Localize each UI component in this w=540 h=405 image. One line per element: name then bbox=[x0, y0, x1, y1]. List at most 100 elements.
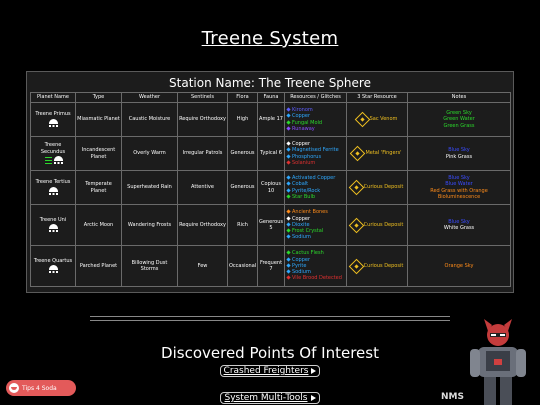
table-header-row: Planet Name Type Weather Sentinels Flora Faun… bbox=[30, 92, 511, 103]
star-resource-icon bbox=[350, 145, 366, 162]
planet-name-cell: Treene Primus bbox=[30, 102, 76, 137]
table-row: Treene Uni Arctic Moon Wandering Frosts Req… bbox=[30, 204, 511, 246]
planet-name-cell: Treene Uni bbox=[30, 204, 76, 246]
table-row: Treene Secundus Incandescent Planet Overly… bbox=[30, 136, 511, 171]
site-logo: NMS bbox=[441, 392, 464, 402]
fauna-cell: Ample 17 bbox=[257, 102, 285, 137]
robot-avatar-image bbox=[470, 319, 526, 405]
station-title: Station Name: The Treene Sphere bbox=[169, 76, 371, 90]
planet-name: Treene Uni bbox=[39, 216, 67, 223]
sentinels-cell: Require Orthodoxy bbox=[177, 102, 228, 137]
resource-label: Kironom bbox=[292, 106, 313, 113]
resource-label: Sodium bbox=[292, 234, 311, 241]
resource-label: Frost Crystal bbox=[292, 228, 324, 235]
star-resource-icon bbox=[348, 179, 364, 196]
resource-label: Ancient Bones bbox=[292, 209, 328, 216]
fauna-cell: Copious 10 bbox=[257, 170, 285, 205]
star-resource-icon bbox=[348, 217, 364, 233]
resource-label: Cactus Flesh bbox=[292, 250, 324, 257]
resource-diamond-icon bbox=[286, 222, 291, 227]
sentinels-cell: Irregular Patrols bbox=[177, 136, 228, 171]
resources-cell: Cactus Flesh Copper Pyrite Sodium Vile Brood… bbox=[284, 245, 347, 287]
resources-cell: Kironom Copper Fungal Mold Runaway bbox=[284, 102, 347, 137]
resource-diamond-icon bbox=[286, 215, 291, 221]
crashed-freighters-label: Crashed Freighters bbox=[223, 366, 309, 376]
star-resource-label: Curious Deposit bbox=[363, 221, 404, 228]
star-resource-label: Curious Deposit bbox=[363, 262, 404, 269]
planet-name: Treene Primus bbox=[35, 111, 71, 118]
resource-item: Star Bulb bbox=[286, 193, 345, 200]
resource-diamond-icon bbox=[286, 234, 291, 240]
star-resource-cell: Sac Venom bbox=[346, 102, 408, 137]
resource-label: Solanium bbox=[292, 159, 316, 166]
notes-cell: Green Sky Green Water Green Grass bbox=[407, 102, 511, 137]
weather-cell: Overly Warm bbox=[121, 136, 178, 171]
star-resource-cell: Metal 'Fingers' bbox=[346, 136, 408, 171]
resource-label: Sodium bbox=[292, 269, 311, 276]
resource-diamond-icon bbox=[286, 107, 291, 112]
resource-diamond-icon bbox=[286, 263, 291, 268]
resource-diamond-icon bbox=[286, 126, 291, 131]
resource-label: Copper bbox=[292, 113, 311, 120]
tips-button[interactable]: Tips 4 Soda bbox=[6, 380, 76, 396]
flora-cell: Generous bbox=[227, 136, 258, 171]
weather-icon bbox=[48, 224, 58, 233]
resource-diamond-icon bbox=[286, 119, 291, 125]
resource-diamond-icon bbox=[286, 147, 291, 152]
column-header: 3 Star Resource bbox=[346, 92, 408, 103]
resource-item: Runaway bbox=[286, 125, 345, 132]
column-header: Notes bbox=[407, 92, 511, 103]
resource-diamond-icon bbox=[286, 113, 291, 118]
weather-cell: Billowing Dust Storms bbox=[121, 245, 178, 287]
sentinels-cell: Few bbox=[177, 245, 228, 287]
resource-diamond-icon bbox=[286, 141, 291, 146]
planet-type-cell: Parched Planet bbox=[75, 245, 122, 287]
column-header: Sentinels bbox=[177, 92, 228, 103]
resource-diamond-icon bbox=[286, 153, 291, 159]
planet-name: Treene Tertius bbox=[35, 179, 71, 186]
column-header: Type bbox=[75, 92, 122, 103]
system-multitools-label: System Multi-Tools bbox=[224, 393, 308, 403]
resource-diamond-icon bbox=[286, 250, 291, 255]
system-title: Treene System bbox=[201, 28, 339, 49]
planet-table: Planet Name Type Weather Sentinels Flora Faun… bbox=[30, 92, 511, 287]
tips-label: Tips 4 Soda bbox=[22, 384, 57, 392]
resource-label: Vile Brood Detected bbox=[292, 275, 342, 282]
resource-diamond-icon bbox=[286, 275, 291, 281]
arrow-right-icon bbox=[310, 394, 316, 401]
table-row: Treene Primus Miasmatic Planet Caustic Moi… bbox=[30, 102, 511, 137]
flora-cell: High bbox=[227, 102, 258, 137]
star-resource-label: Metal 'Fingers' bbox=[365, 150, 402, 157]
resource-diamond-icon bbox=[286, 228, 291, 233]
resource-label: Magnetised Ferrite bbox=[292, 147, 339, 154]
coffee-cup-icon bbox=[9, 383, 19, 393]
weather-cell: Caustic Moisture bbox=[121, 102, 178, 137]
weather-cell: Wandering Frosts bbox=[121, 204, 178, 246]
crashed-freighters-link[interactable]: Crashed Freighters bbox=[0, 365, 540, 377]
resource-item: Vile Brood Detected bbox=[286, 275, 345, 282]
resource-label: Pyrite/Rock bbox=[292, 187, 321, 194]
weather-cell: Superheated Rain bbox=[121, 170, 178, 205]
sentinels-cell: Require Orthodoxy bbox=[177, 204, 228, 246]
planet-name-cell: Treene Quartus bbox=[30, 245, 76, 287]
resource-label: Phosphorus bbox=[292, 153, 322, 160]
planet-name: Treene Secundus bbox=[40, 142, 66, 155]
resource-label: Copper bbox=[292, 256, 311, 263]
weather-icon bbox=[48, 265, 58, 274]
poi-title: Discovered Points Of Interest bbox=[161, 344, 379, 362]
resource-label: Runaway bbox=[292, 125, 315, 132]
flag-icon bbox=[44, 156, 53, 165]
resource-label: Star Bulb bbox=[292, 193, 316, 200]
notes-cell: Orange Sky bbox=[407, 245, 511, 287]
resource-diamond-icon bbox=[286, 209, 291, 214]
note-line: Pink Grass bbox=[445, 153, 473, 160]
notes-cell: Blue Sky Blue Water Red Grass with Orange … bbox=[407, 170, 511, 205]
note-line: White Grass bbox=[443, 225, 475, 231]
column-header: Resources / Glitches bbox=[284, 92, 347, 103]
weather-icon bbox=[53, 155, 63, 165]
planet-type-cell: Incandescent Planet bbox=[75, 136, 122, 171]
resource-item: Sodium bbox=[286, 234, 345, 241]
resource-diamond-icon bbox=[286, 181, 291, 186]
planet-name: Treene Quartus bbox=[33, 257, 73, 264]
table-row: Treene Quartus Parched Planet Billowing Du… bbox=[30, 245, 511, 287]
